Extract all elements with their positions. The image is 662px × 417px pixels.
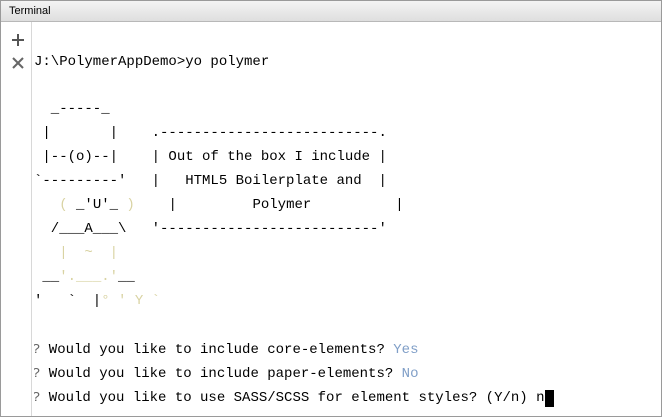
- ascii-art-line: /___A___\ '--------------------------': [34, 221, 387, 237]
- command-line: J:\PolymerAppDemo>yo polymer: [34, 54, 270, 70]
- plus-icon[interactable]: [9, 31, 27, 49]
- ascii-art-line: |--(o)--| | Out of the box I include |: [34, 149, 387, 165]
- window-title: Terminal: [9, 5, 51, 17]
- ascii-art-line: _-----_: [34, 101, 110, 117]
- ascii-art-line: `---------' | HTML5 Boilerplate and |: [34, 173, 387, 189]
- text-cursor: [544, 390, 554, 407]
- terminal-window: Terminal J:\PolymerAppDemo>yo polymer _-…: [0, 0, 662, 417]
- ascii-art-line: | ~ |: [34, 245, 119, 261]
- ascii-art-line: __'.___.'__: [34, 269, 135, 285]
- close-icon[interactable]: [9, 54, 27, 72]
- ascii-art-line: ' ` |° ' Y `: [34, 293, 161, 309]
- prompt-paper-elements: ? Would you like to include paper-elemen…: [34, 366, 419, 382]
- terminal-toolbar: [1, 22, 32, 416]
- ascii-art-line: ( _'U'_ ) | Polymer |: [34, 197, 404, 213]
- typed-answer: n: [536, 390, 545, 406]
- terminal-output[interactable]: J:\PolymerAppDemo>yo polymer _-----_ | |…: [34, 22, 661, 416]
- ascii-art-line: | | .--------------------------.: [34, 125, 387, 141]
- title-bar: Terminal: [1, 1, 661, 22]
- prompt-sass-scss: ? Would you like to use SASS/SCSS for el…: [34, 390, 554, 407]
- prompt-core-elements: ? Would you like to include core-element…: [34, 342, 419, 358]
